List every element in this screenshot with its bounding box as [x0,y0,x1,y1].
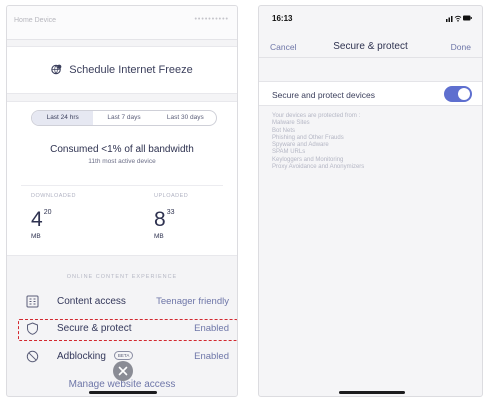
secure-protect-toggle-row: Secure and protect devices [259,81,482,106]
page-title: Secure & protect [333,41,408,52]
globe-clock-icon [51,64,62,75]
uploaded-caption: UPLOADED [154,193,189,199]
uploaded-stat: UPLOADED 833 MB [154,193,224,240]
home-indicator [89,391,157,394]
bandwidth-summary: Consumed <1% of all bandwidth [50,144,194,155]
secure-protect-screen: 16:13 Cancel Secure & protect Done Secur… [258,5,483,397]
protected-item: Proxy Avoidance and Anonymizers [272,164,365,171]
content-access-row[interactable]: Content access Teenager friendly [7,290,237,314]
range-30d-tab[interactable]: Last 30 days [155,111,216,125]
status-time: 16:13 [272,14,293,23]
usage-card: Last 24 hrs Last 7 days Last 30 days Con… [7,101,237,256]
toggle-label: Secure and protect devices [272,90,376,100]
schedule-freeze-label: Schedule Internet Freeze [69,64,193,76]
home-indicator [339,391,405,394]
schedule-freeze-button[interactable]: Schedule Internet Freeze [7,64,237,76]
range-7d-tab[interactable]: Last 7 days [93,111,154,125]
beta-badge: BETA [113,351,134,360]
range-24h-tab[interactable]: Last 24 hrs [32,111,94,125]
divider [21,185,223,186]
downloaded-caption: DOWNLOADED [31,193,77,199]
uploaded-value: 833 [154,208,175,231]
protection-description: Your devices are protected from : Malwar… [272,113,364,171]
signal-wifi-battery-icon [446,15,472,22]
content-filter-icon [26,295,39,308]
device-header: Home Device •••••••••• [7,6,237,40]
close-fab[interactable] [113,361,133,381]
adblocking-value: Enabled [194,351,229,362]
device-name: Home Device [14,17,57,24]
protected-item: SPAM URLs [272,149,306,156]
close-icon [118,366,128,376]
activity-rank: 11th most active device [88,158,156,165]
protected-item: Phishing and Other Frauds [272,134,344,141]
downloaded-unit: MB [31,233,41,240]
status-bar: 16:13 [259,6,482,30]
schedule-freeze-card: Schedule Internet Freeze [7,46,237,94]
device-detail-screen: Home Device •••••••••• Schedule Internet… [6,5,238,397]
content-access-value: Teenager friendly [156,296,229,307]
protected-item: Malware Sites [272,120,310,127]
highlight-outline [18,319,237,341]
done-button[interactable]: Done [451,42,471,52]
downloaded-value: 420 [31,208,52,231]
device-id-masked: •••••••••• [194,16,229,23]
uploaded-unit: MB [154,233,164,240]
downloaded-stat: DOWNLOADED 420 MB [31,193,101,240]
protection-intro: Your devices are protected from : [272,113,361,119]
section-header: ONLINE CONTENT EXPERIENCE [66,274,178,280]
protected-item: Spyware and Adware [272,142,329,149]
secure-protect-toggle[interactable] [444,86,472,102]
range-segmented-control: Last 24 hrs Last 7 days Last 30 days [31,110,217,126]
content-access-label: Content access [57,296,126,307]
toggle-knob [458,88,470,100]
nav-bar: Cancel Secure & protect Done [259,34,482,58]
block-icon [26,350,39,363]
protected-item: Bot Nets [272,127,296,134]
protected-item: Keyloggers and Monitoring [272,156,344,163]
